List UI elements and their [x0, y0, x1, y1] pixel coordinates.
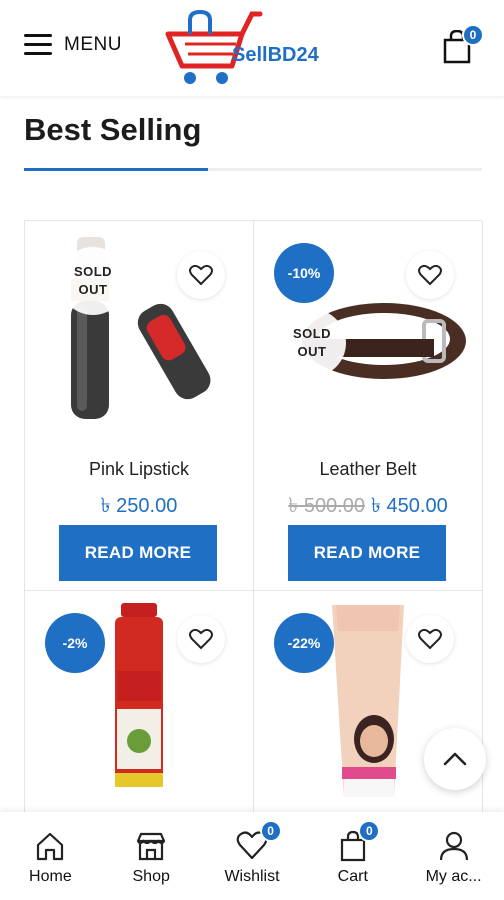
nav-label: Wishlist [224, 868, 280, 885]
product-card-leather-belt[interactable]: -10% SOLD OUT Leather Belt ৳ 500.00 ৳ 450… [254, 221, 483, 591]
wishlist-count-badge: 0 [259, 820, 282, 842]
discount-badge: -22% [274, 613, 334, 673]
logo-text: SellBD24 [232, 44, 319, 66]
product-price: ৳ 250.00 [25, 491, 253, 524]
discount-badge: -10% [274, 243, 334, 303]
chevron-up-icon [443, 752, 467, 766]
old-price: ৳ 500.00 [288, 495, 365, 517]
scroll-to-top-button[interactable] [424, 728, 486, 790]
nav-label: My ac... [425, 868, 482, 885]
nav-item-shop[interactable]: Shop [101, 812, 202, 900]
site-logo[interactable]: SellBD24 [160, 6, 350, 90]
sold-out-badge: SOLD OUT [59, 247, 127, 315]
shop-icon [137, 832, 166, 861]
product-grid: SOLD OUT Pink Lipstick ৳ 250.00 READ MOR… [24, 220, 483, 821]
read-more-button[interactable]: READ MORE [288, 525, 446, 581]
nav-item-my-account[interactable]: My ac... [403, 812, 504, 900]
heart-icon [189, 264, 213, 286]
cart-count-badge: 0 [358, 820, 381, 842]
product-card-xpel-spray[interactable]: -2% [25, 591, 254, 821]
user-icon [439, 831, 468, 861]
wishlist-button[interactable] [406, 251, 454, 299]
section-title: Best Selling [24, 112, 202, 147]
current-price: ৳ 450.00 [371, 495, 448, 517]
nav-label: Shop [132, 868, 170, 885]
sold-out-badge: SOLD OUT [278, 309, 346, 377]
heart-icon [418, 264, 442, 286]
product-name[interactable]: Pink Lipstick [25, 459, 253, 480]
nav-item-cart[interactable]: 0 Cart [302, 812, 403, 900]
title-underline [24, 168, 482, 171]
nav-item-home[interactable]: Home [0, 812, 101, 900]
heart-icon [189, 628, 213, 650]
current-price: ৳ 250.00 [100, 495, 178, 517]
product-name[interactable]: Leather Belt [254, 459, 482, 480]
header-cart-count-badge: 0 [462, 24, 484, 46]
nav-label: Cart [337, 868, 368, 885]
product-price: ৳ 500.00 ৳ 450.00 [254, 491, 482, 524]
wishlist-button[interactable] [177, 615, 225, 663]
header-cart-button[interactable]: 0 [440, 24, 484, 66]
lipstick-image [71, 237, 211, 419]
nav-item-wishlist[interactable]: 0 Wishlist [202, 812, 303, 900]
menu-label: MENU [64, 34, 122, 55]
read-more-button[interactable]: READ MORE [59, 525, 217, 581]
menu-button[interactable]: MENU [24, 34, 122, 56]
product-card-pink-lipstick[interactable]: SOLD OUT Pink Lipstick ৳ 250.00 READ MOR… [25, 221, 254, 591]
hamburger-icon [24, 34, 52, 56]
wishlist-button[interactable] [177, 251, 225, 299]
app-header: MENU SellBD24 0 [0, 0, 504, 96]
discount-badge: -2% [45, 613, 105, 673]
bottom-navigation: Home Shop 0 Wishlist 0 Cart My ac... [0, 812, 504, 900]
heart-icon [418, 628, 442, 650]
nav-label: Home [29, 868, 72, 885]
wishlist-button[interactable] [406, 615, 454, 663]
home-icon [37, 832, 64, 861]
